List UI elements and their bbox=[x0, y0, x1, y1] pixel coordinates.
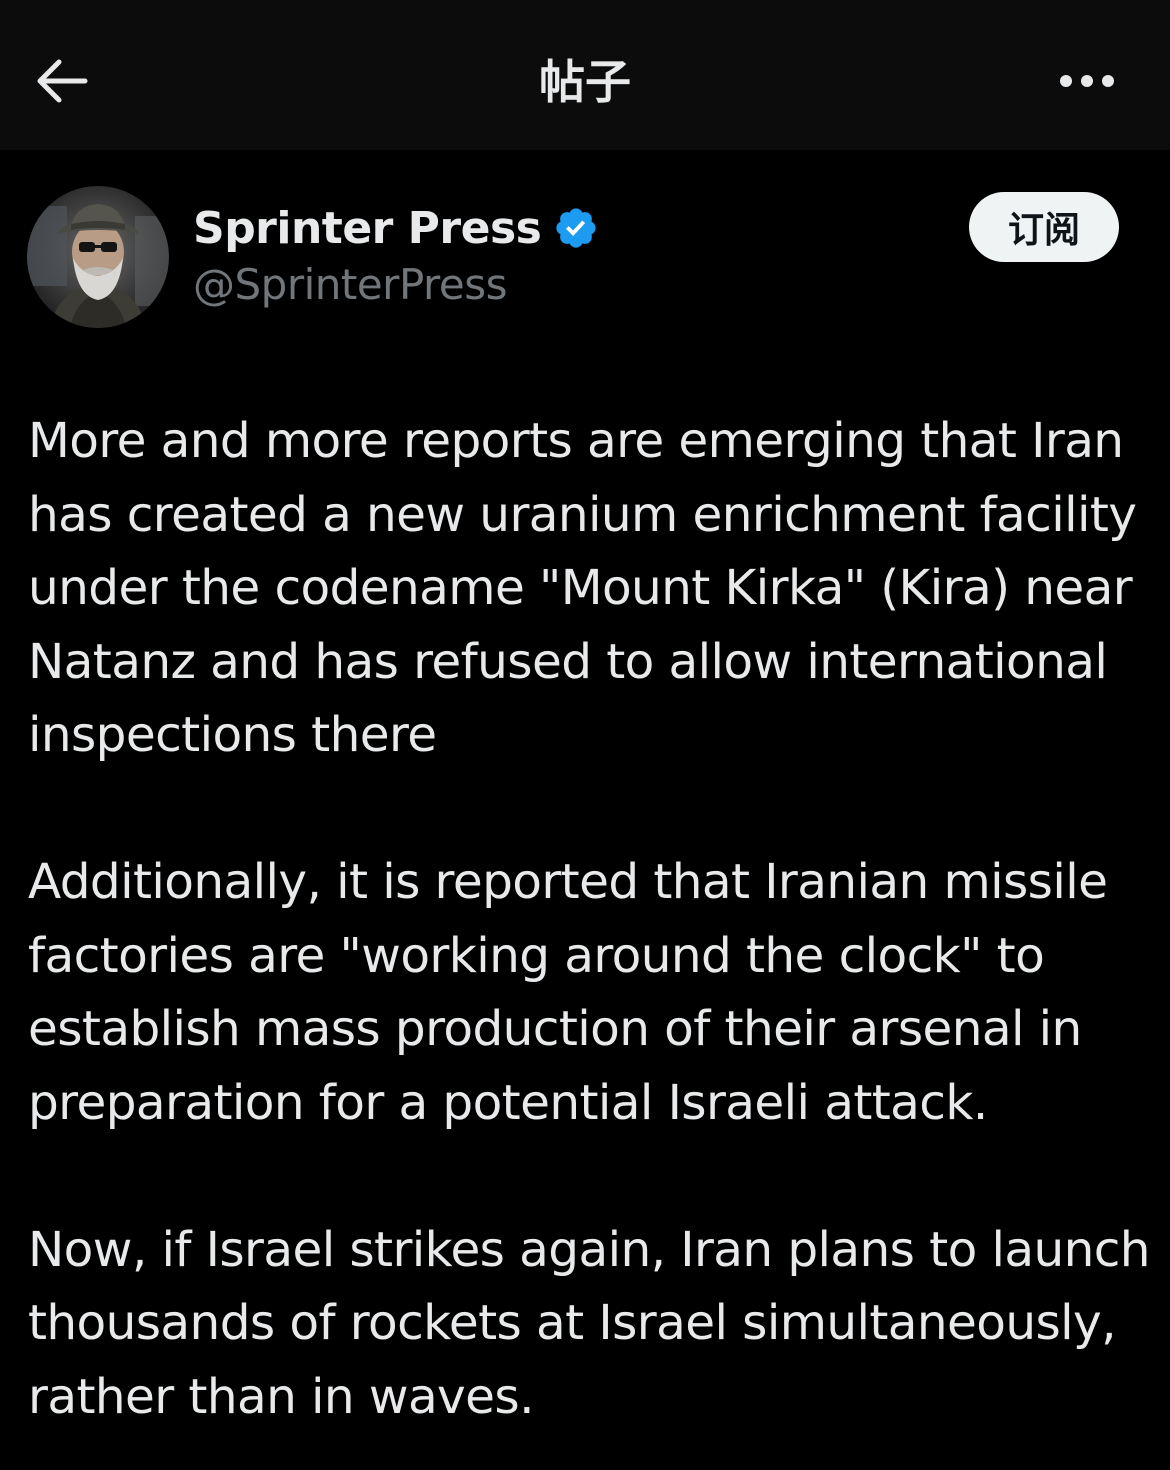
avatar-image bbox=[27, 186, 169, 328]
top-navigation-bar: 帖子 bbox=[0, 0, 1170, 150]
author-handle[interactable]: @SprinterPress bbox=[193, 260, 599, 309]
verified-badge-icon bbox=[553, 205, 599, 251]
author-info: Sprinter Press @SprinterPress bbox=[193, 200, 599, 309]
post-paragraph-2: Additionally, it is reported that Irania… bbox=[28, 854, 1108, 1131]
more-options-button[interactable] bbox=[1050, 56, 1124, 110]
post-text: More and more reports are emerging that … bbox=[28, 405, 1153, 1434]
post-paragraph-1: More and more reports are emerging that … bbox=[28, 413, 1137, 763]
author-avatar[interactable] bbox=[27, 186, 169, 328]
more-horizontal-icon bbox=[1058, 73, 1116, 94]
page-title: 帖子 bbox=[539, 55, 631, 109]
author-name[interactable]: Sprinter Press bbox=[193, 203, 542, 254]
subscribe-button[interactable]: 订阅 bbox=[969, 192, 1119, 262]
author-name-row: Sprinter Press bbox=[193, 200, 599, 256]
post-paragraph-3: Now, if Israel strikes again, Iran plans… bbox=[28, 1221, 1151, 1425]
